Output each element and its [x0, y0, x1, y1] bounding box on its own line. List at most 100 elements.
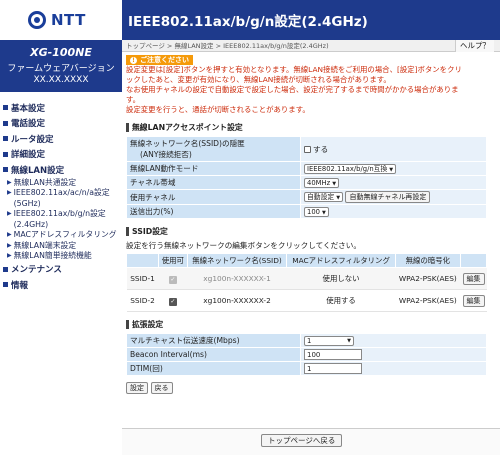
chevron-down-icon: ▼	[336, 195, 341, 201]
ntt-logo-icon	[28, 11, 46, 29]
bandwidth-label: チャネル帯域	[126, 175, 301, 190]
action-bar: 設定 戻る	[126, 382, 490, 394]
exclamation-icon: !	[130, 56, 137, 64]
nav-sub-easy-connect[interactable]: ▶ 無線LAN簡単接続機能	[0, 251, 122, 262]
nav-router[interactable]: ルータ設定	[0, 131, 122, 147]
channel-reset-button[interactable]: 自動無線チャネル再設定	[345, 191, 431, 203]
col-header: MACアドレスフィルタリング	[286, 253, 396, 268]
triangle-right-icon: ▶	[7, 178, 12, 186]
ssid-enc: WPA2-PSK(AES)	[395, 289, 461, 312]
ssid-id: SSID-2	[126, 289, 159, 312]
firmware-version: XX.XX.XXXX	[33, 75, 89, 85]
breadcrumb[interactable]: トップページ > 無線LAN設定 > IEEE802.11ax/b/g/n設定(…	[122, 40, 500, 52]
triangle-right-icon: ▶	[7, 252, 12, 259]
nav-wireless[interactable]: 無線LAN設定	[0, 162, 122, 178]
ssid-id: SSID-1	[126, 267, 159, 290]
ntt-logo: NTT	[0, 0, 122, 40]
square-bullet-icon	[3, 266, 8, 272]
side-nav: 基本設定 電話設定 ルータ設定 詳細設定 無線LAN設定 ▶ 無線LAN共通設定 …	[0, 100, 122, 293]
top-page-button[interactable]: トップページへ戻る	[261, 434, 343, 447]
table-row: SSID-2 ✓ xg100n-XXXXXX-2 使用する WPA2-PSK(A…	[126, 289, 487, 312]
ssid-section-title: SSID設定	[126, 226, 490, 237]
back-button[interactable]: 戻る	[150, 382, 173, 394]
multicast-select[interactable]: 1 ▼	[304, 335, 354, 346]
nav-advanced[interactable]: 詳細設定	[0, 147, 122, 163]
mode-label: 無線LAN動作モード	[126, 161, 301, 176]
enabled-checkbox-disabled: ✓	[168, 275, 177, 284]
nav-sub-24ghz[interactable]: ▶ IEEE802.11ax/b/g/n設定 (2.4GHz)	[0, 209, 122, 230]
chevron-down-icon: ▼	[347, 337, 351, 344]
ssid-name: xg100n-XXXXXX-1	[187, 267, 287, 290]
ssid-name: xg100n-XXXXXX-2	[187, 289, 287, 312]
col-header	[126, 253, 159, 268]
help-button[interactable]: ヘルプ？	[455, 40, 494, 52]
nav-sub-mac-filter[interactable]: ▶ MACアドレスフィルタリング	[0, 230, 122, 241]
set-button[interactable]: 設定	[126, 382, 148, 394]
sidebar: NTT XG-100NE ファームウェアバージョン XX.XX.XXXX 基本設…	[0, 0, 122, 455]
chevron-down-icon: ▼	[332, 180, 337, 187]
edit-button[interactable]: 編集	[462, 272, 485, 285]
beacon-label: Beacon Interval(ms)	[126, 347, 301, 362]
notice-line: 設定変更は[設定]ボタンを押すと有効となります。無線LAN接続をご利用の場合、[…	[126, 65, 462, 74]
power-label: 送信出力(%)	[126, 204, 301, 219]
hide-ssid-label: 無線ネットワーク名(SSID)の隠匿 (ANY接続拒否)	[126, 136, 301, 162]
square-bullet-icon	[3, 282, 8, 288]
nav-info[interactable]: 情報	[0, 277, 122, 293]
col-header	[460, 253, 487, 268]
nav-phone[interactable]: 電話設定	[0, 116, 122, 132]
nav-basic[interactable]: 基本設定	[0, 100, 122, 116]
ext-section-title: 拡張設定	[126, 319, 490, 330]
triangle-right-icon: ▶	[7, 241, 12, 249]
col-header: 無線の暗号化	[394, 253, 462, 268]
mode-select[interactable]: IEEE802.11ax/b/g/n互換 ▼	[304, 163, 397, 174]
main-content: ! ご注意ください 設定変更は[設定]ボタンを押すと有効となります。無線LAN接…	[126, 52, 490, 394]
table-row: SSID-1 ✓ xg100n-XXXXXX-1 使用しない WPA2-PSK(…	[126, 267, 487, 290]
model-info: XG-100NE ファームウェアバージョン XX.XX.XXXX	[0, 40, 122, 92]
edit-button[interactable]: 編集	[462, 294, 485, 307]
page-header: IEEE802.11ax/b/g/n設定(2.4GHz)	[122, 0, 500, 40]
nav-maintenance[interactable]: メンテナンス	[0, 262, 122, 278]
ap-settings-table: 無線ネットワーク名(SSID)の隠匿 (ANY接続拒否) する 無線LAN動作モー…	[126, 136, 487, 219]
triangle-right-icon: ▶	[7, 189, 12, 196]
ssid-mac: 使用する	[286, 289, 396, 312]
power-select[interactable]: 100 ▼	[304, 206, 329, 217]
ssid-table: 使用可 無線ネットワーク名(SSID) MACアドレスフィルタリング 無線の暗号…	[126, 253, 487, 312]
logo-text: NTT	[51, 11, 86, 29]
square-bullet-icon	[3, 120, 8, 126]
firmware-label: ファームウェアバージョン	[7, 64, 115, 74]
multicast-label: マルチキャスト伝送速度(Mbps)	[126, 333, 301, 348]
model-name: XG-100NE	[30, 46, 92, 59]
bandwidth-select[interactable]: 40MHz ▼	[304, 177, 340, 188]
dtim-label: DTIM(回)	[126, 361, 301, 376]
col-header: 使用可	[158, 253, 188, 268]
nav-sub-terminal[interactable]: ▶ 無線LAN端末設定	[0, 241, 122, 252]
chevron-down-icon: ▼	[321, 209, 326, 216]
ap-section-title: 無線LANアクセスポイント設定	[126, 122, 490, 133]
square-bullet-icon	[3, 151, 8, 157]
beacon-input[interactable]: 100	[304, 349, 362, 360]
channel-select[interactable]: 自動設定 ▼	[304, 192, 344, 202]
square-bullet-icon	[3, 105, 8, 111]
nav-sub-wlan-common[interactable]: ▶ 無線LAN共通設定	[0, 178, 122, 189]
col-header: 無線ネットワーク名(SSID)	[186, 253, 288, 268]
hide-ssid-checkbox[interactable]	[304, 146, 311, 153]
notice-label: ! ご注意ください	[126, 55, 193, 65]
channel-label: 使用チャネル	[126, 189, 301, 205]
ssid-mac: 使用しない	[286, 267, 396, 290]
enabled-checkbox[interactable]: ✓	[168, 297, 177, 306]
notice-line: 設定変更を行うと、通話が切断されることがあります。	[126, 105, 310, 114]
footer-bar: トップページへ戻る	[122, 428, 500, 455]
chevron-down-icon: ▼	[389, 166, 394, 173]
square-bullet-icon	[3, 167, 8, 173]
ssid-enc: WPA2-PSK(AES)	[395, 267, 461, 290]
triangle-right-icon: ▶	[7, 210, 12, 217]
ext-settings-table: マルチキャスト伝送速度(Mbps) 1 ▼ Beacon Interval(ms)…	[126, 333, 487, 376]
ssid-description: 設定を行う無線ネットワークの編集ボタンをクリックしてください。	[126, 241, 361, 250]
notice-line: す。	[126, 95, 141, 104]
notice-line: ックしたあと、変更が有効になり、無線LAN接続が切断される場合があります。	[126, 75, 391, 84]
nav-sub-5ghz[interactable]: ▶ IEEE802.11ax/ac/n/a設定 (5GHz)	[0, 188, 122, 209]
triangle-right-icon: ▶	[7, 231, 12, 238]
notice-line: なお使用チャネルの設定で自動設定で設定した場合、設定が完了するまで時間がかかる場…	[126, 85, 459, 94]
dtim-input[interactable]: 1	[304, 363, 362, 374]
page-title: IEEE802.11ax/b/g/n設定(2.4GHz)	[128, 14, 368, 30]
